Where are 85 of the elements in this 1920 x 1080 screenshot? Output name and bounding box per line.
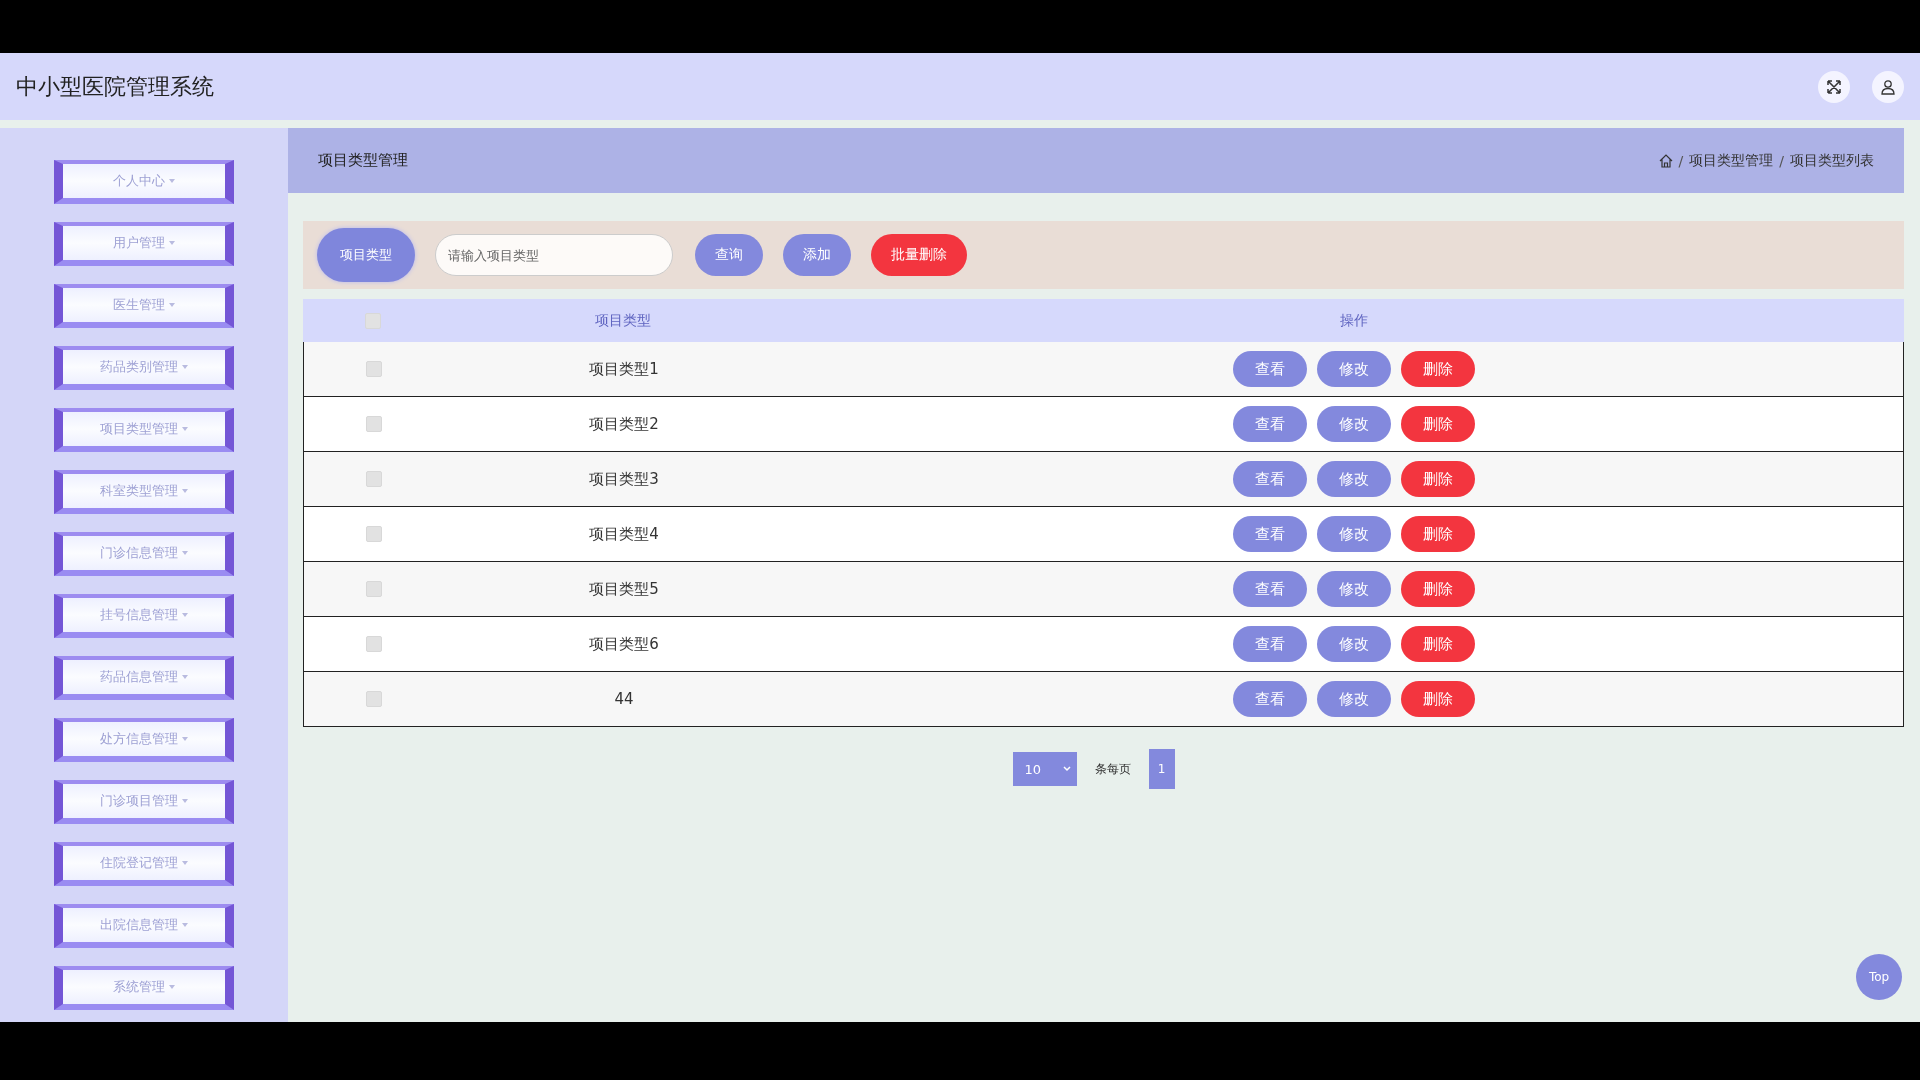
row-action-button[interactable]: 查看 [1232, 351, 1307, 387]
table-cell-text: 项目类型6 [588, 634, 660, 654]
row-action-button[interactable]: 删除 [1400, 351, 1475, 387]
page-size-label: 条每页 [1094, 760, 1131, 778]
sidebar-item[interactable]: 处方信息管理 [54, 718, 234, 762]
row-checkbox[interactable] [366, 581, 382, 597]
sidebar-item[interactable]: 药品信息管理 [54, 656, 234, 700]
caret-icon [182, 489, 188, 493]
row-action-button[interactable]: 删除 [1400, 571, 1475, 607]
row-checkbox[interactable] [366, 526, 382, 542]
table-cell-text: 项目类型1 [588, 359, 660, 379]
row-action-button[interactable]: 删除 [1400, 406, 1475, 442]
sidebar-item[interactable]: 项目类型管理 [54, 408, 234, 452]
sidebar-item[interactable]: 个人中心 [54, 160, 234, 204]
row-action-button[interactable]: 修改 [1316, 626, 1391, 662]
caret-icon [182, 737, 188, 741]
breadcrumb-link[interactable]: 项目类型管理 [1689, 151, 1774, 170]
row-checkbox[interactable] [366, 471, 382, 487]
column-header: 操作 [1338, 311, 1369, 330]
row-action-button[interactable]: 查看 [1232, 681, 1307, 717]
caret-icon [182, 427, 188, 431]
table-cell-text: 项目类型5 [588, 579, 660, 599]
caret-icon [169, 241, 175, 245]
sidebar-item[interactable]: 用户管理 [54, 222, 234, 266]
row-action-button[interactable]: 修改 [1316, 351, 1391, 387]
filter-label: 项目类型 [317, 228, 415, 282]
row-action-button[interactable]: 删除 [1400, 681, 1475, 717]
row-checkbox[interactable] [366, 691, 382, 707]
row-action-button[interactable]: 删除 [1400, 461, 1475, 497]
row-action-button[interactable]: 修改 [1316, 406, 1391, 442]
row-action-button[interactable]: 修改 [1316, 571, 1391, 607]
toolbar-button[interactable]: 查询 [695, 234, 763, 276]
table-cell-text: 项目类型3 [588, 469, 660, 489]
table-cell-text: 项目类型4 [588, 524, 660, 544]
app-title: 中小型医院管理系统 [16, 72, 215, 101]
sidebar-item[interactable]: 医生管理 [54, 284, 234, 328]
row-action-button[interactable]: 查看 [1232, 461, 1307, 497]
sidebar-item[interactable]: 门诊信息管理 [54, 532, 234, 576]
caret-icon [182, 675, 188, 679]
breadcrumb-link[interactable]: 项目类型列表 [1790, 151, 1874, 170]
caret-icon [182, 551, 188, 555]
sidebar-item[interactable]: 科室类型管理 [54, 470, 234, 514]
fullscreen-icon[interactable] [1818, 70, 1850, 103]
sidebar-item[interactable]: 住院登记管理 [54, 842, 234, 886]
search-field[interactable]: 请输入项目类型 [435, 234, 673, 276]
page-button[interactable]: 1 [1148, 749, 1175, 789]
row-checkbox[interactable] [366, 416, 382, 432]
back-to-top-button[interactable]: Top [1856, 954, 1902, 1000]
user-icon[interactable] [1872, 70, 1904, 103]
sidebar-item[interactable]: 挂号信息管理 [54, 594, 234, 638]
page-size-select[interactable]: 10 [1012, 752, 1077, 786]
breadcrumb-separator: / [1779, 152, 1784, 169]
row-action-button[interactable]: 查看 [1232, 406, 1307, 442]
breadcrumb-separator: / [1678, 152, 1684, 169]
row-checkbox[interactable] [366, 636, 382, 652]
row-checkbox[interactable] [366, 361, 382, 377]
caret-icon [182, 613, 188, 617]
row-action-button[interactable]: 删除 [1400, 626, 1475, 662]
select-all-checkbox[interactable] [365, 312, 381, 329]
table-cell-text: 44 [613, 690, 635, 708]
sidebar-item[interactable]: 药品类别管理 [54, 346, 234, 390]
row-action-button[interactable]: 查看 [1232, 571, 1307, 607]
row-action-button[interactable]: 查看 [1232, 516, 1307, 552]
sidebar-item[interactable]: 门诊项目管理 [54, 780, 234, 824]
row-action-button[interactable]: 修改 [1316, 516, 1391, 552]
row-action-button[interactable]: 查看 [1232, 626, 1307, 662]
toolbar-button[interactable]: 批量删除 [871, 234, 967, 276]
row-action-button[interactable]: 修改 [1316, 681, 1391, 717]
column-header: 项目类型 [594, 311, 652, 330]
home-icon[interactable] [1658, 153, 1673, 168]
caret-icon [182, 365, 188, 369]
row-action-button[interactable]: 修改 [1316, 461, 1391, 497]
page-title: 项目类型管理 [318, 151, 408, 170]
caret-icon [182, 799, 188, 803]
caret-icon [169, 985, 175, 989]
caret-icon [1062, 766, 1071, 772]
caret-icon [182, 923, 188, 927]
table-cell-text: 项目类型2 [588, 414, 660, 434]
caret-icon [182, 861, 188, 865]
sidebar-item[interactable]: 出院信息管理 [54, 904, 234, 948]
caret-icon [169, 179, 175, 183]
caret-icon [169, 303, 175, 307]
toolbar-button[interactable]: 添加 [783, 234, 851, 276]
row-action-button[interactable]: 删除 [1400, 516, 1475, 552]
sidebar-item[interactable]: 系统管理 [54, 966, 234, 1010]
